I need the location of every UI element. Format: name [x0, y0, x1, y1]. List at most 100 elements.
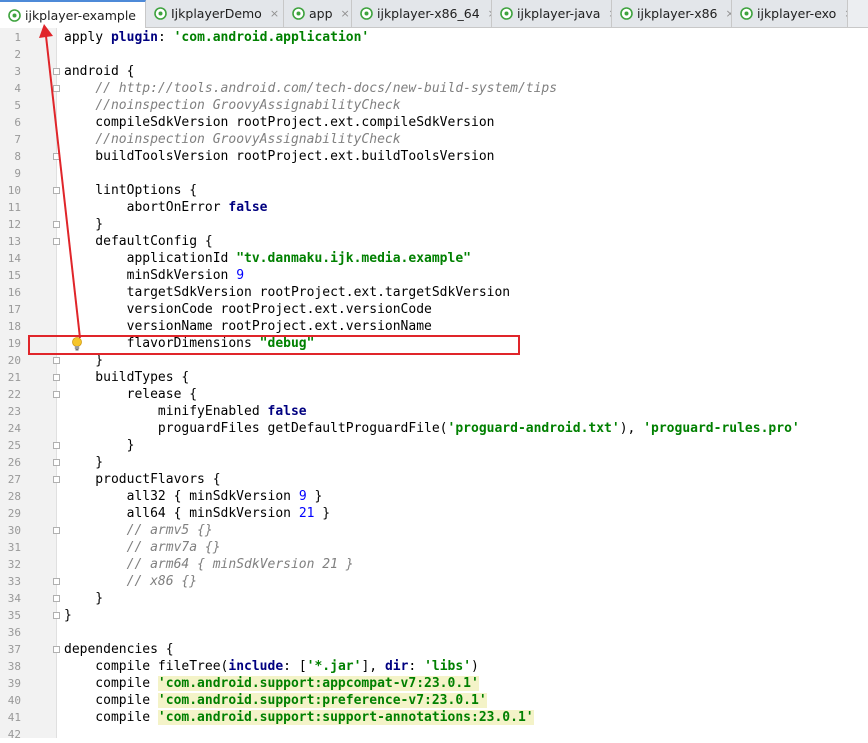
fold-marker-icon[interactable] — [53, 476, 60, 483]
code-line[interactable]: 3 android { — [0, 63, 868, 80]
code-token: 'com.android.support:appcompat-v7:23.0.1… — [157, 676, 479, 691]
code-line[interactable]: 11 abortOnError false — [0, 199, 868, 216]
fold-marker-icon[interactable] — [53, 459, 60, 466]
code-token: false — [267, 404, 307, 419]
code-line[interactable]: 22 release { — [0, 386, 868, 403]
code-text: // x86 {} — [64, 573, 197, 590]
code-line[interactable]: 42 — [0, 726, 868, 743]
code-line[interactable]: 9 — [0, 165, 868, 182]
code-line[interactable]: 32 // arm64 { minSdkVersion 21 } — [0, 556, 868, 573]
fold-marker-icon[interactable] — [53, 187, 60, 194]
code-line[interactable]: 31 // armv7a {} — [0, 539, 868, 556]
code-line[interactable]: 36 — [0, 624, 868, 641]
fold-marker-icon[interactable] — [53, 374, 60, 381]
code-text: // http://tools.android.com/tech-docs/ne… — [64, 80, 557, 97]
code-editor[interactable]: 1 apply plugin: 'com.android.application'… — [0, 28, 868, 741]
code-token: ) — [471, 659, 479, 674]
fold-marker-icon[interactable] — [53, 238, 60, 245]
code-line[interactable]: 34 } — [0, 590, 868, 607]
close-icon[interactable]: × — [341, 7, 350, 20]
tab-label: IjkplayerDemo — [171, 6, 262, 21]
tab-ijkplayer-x86-64[interactable]: ijkplayer-x86_64× — [352, 0, 492, 27]
code-line[interactable]: 1 apply plugin: 'com.android.application' — [0, 29, 868, 46]
code-token: include — [228, 659, 284, 674]
code-line[interactable]: 18 versionName rootProject.ext.versionNa… — [0, 318, 868, 335]
line-number: 17 — [7, 303, 21, 316]
code-line[interactable]: 10 lintOptions { — [0, 182, 868, 199]
code-line[interactable]: 2 — [0, 46, 868, 63]
code-text: } — [64, 352, 103, 369]
line-number: 34 — [7, 592, 21, 605]
code-line[interactable]: 37 dependencies { — [0, 641, 868, 658]
fold-marker-icon[interactable] — [53, 612, 60, 619]
code-line[interactable]: 24 proguardFiles getDefaultProguardFile(… — [0, 420, 868, 437]
close-icon[interactable]: × — [270, 7, 279, 20]
code-line[interactable]: 15 minSdkVersion 9 — [0, 267, 868, 284]
code-text: targetSdkVersion rootProject.ext.targetS… — [64, 284, 511, 301]
code-line[interactable]: 17 versionCode rootProject.ext.versionCo… — [0, 301, 868, 318]
code-line[interactable]: 23 minifyEnabled false — [0, 403, 868, 420]
tab-ijkplayer-exo[interactable]: ijkplayer-exo × — [732, 0, 848, 27]
code-line[interactable]: 30 // armv5 {} — [0, 522, 868, 539]
code-text: minSdkVersion 9 — [64, 267, 244, 284]
fold-marker-icon[interactable] — [53, 357, 60, 364]
tab-app[interactable]: app × — [284, 0, 352, 27]
code-line[interactable]: 19 flavorDimensions "debug" — [0, 335, 868, 352]
code-line[interactable]: 35} — [0, 607, 868, 624]
line-number: 7 — [14, 133, 21, 146]
code-token: minifyEnabled — [64, 404, 268, 419]
gradle-module-icon — [740, 7, 753, 20]
code-line[interactable]: 5 //noinspection GroovyAssignabilityChec… — [0, 97, 868, 114]
fold-marker-icon[interactable] — [53, 578, 60, 585]
code-line[interactable]: 20 } — [0, 352, 868, 369]
code-token: } — [64, 217, 104, 232]
code-text: defaultConfig { — [64, 233, 212, 250]
code-line[interactable]: 6 compileSdkVersion rootProject.ext.comp… — [0, 114, 868, 131]
tab-ijkplayerdemo[interactable]: IjkplayerDemo × — [146, 0, 284, 27]
code-token: android { — [64, 64, 135, 79]
fold-marker-icon[interactable] — [53, 153, 60, 160]
tab-ijkplayer-java[interactable]: ijkplayer-java× — [492, 0, 612, 27]
code-line[interactable]: 26 } — [0, 454, 868, 471]
code-line[interactable]: 33 // x86 {} — [0, 573, 868, 590]
fold-marker-icon[interactable] — [53, 221, 60, 228]
fold-marker-icon[interactable] — [53, 442, 60, 449]
code-text: compile fileTree(include: ['*.jar'], dir… — [64, 658, 479, 675]
line-number: 26 — [7, 456, 21, 469]
code-line[interactable]: 13 defaultConfig { — [0, 233, 868, 250]
code-line[interactable]: 4 // http://tools.android.com/tech-docs/… — [0, 80, 868, 97]
code-line[interactable]: 14 applicationId "tv.danmaku.ijk.media.e… — [0, 250, 868, 267]
code-line[interactable]: 39 compile 'com.android.support:appcompa… — [0, 675, 868, 692]
code-token: // armv5 {} — [126, 523, 213, 538]
code-line[interactable]: 12 } — [0, 216, 868, 233]
code-line[interactable]: 40 compile 'com.android.support:preferen… — [0, 692, 868, 709]
code-line[interactable]: 7 //noinspection GroovyAssignabilityChec… — [0, 131, 868, 148]
code-line[interactable]: 8 buildToolsVersion rootProject.ext.buil… — [0, 148, 868, 165]
tab-ijkplayer-example[interactable]: ijkplayer-example× — [0, 0, 146, 28]
fold-marker-icon[interactable] — [53, 391, 60, 398]
code-line[interactable]: 25 } — [0, 437, 868, 454]
line-number: 16 — [7, 286, 21, 299]
fold-marker-icon[interactable] — [53, 68, 60, 75]
tab-label: ijkplayer-x86_64 — [377, 6, 480, 21]
code-line[interactable]: 29 all64 { minSdkVersion 21 } — [0, 505, 868, 522]
code-token: compile — [64, 676, 158, 691]
code-text: } — [64, 607, 72, 624]
fold-marker-icon[interactable] — [53, 595, 60, 602]
code-line[interactable]: 38 compile fileTree(include: ['*.jar'], … — [0, 658, 868, 675]
code-token: // armv7a {} — [126, 540, 221, 555]
fold-marker-icon[interactable] — [53, 646, 60, 653]
fold-marker-icon[interactable] — [53, 85, 60, 92]
code-text: all32 { minSdkVersion 9 } — [64, 488, 323, 505]
code-line[interactable]: 16 targetSdkVersion rootProject.ext.targ… — [0, 284, 868, 301]
code-line[interactable]: 28 all32 { minSdkVersion 9 } — [0, 488, 868, 505]
code-line[interactable]: 21 buildTypes { — [0, 369, 868, 386]
gradle-module-icon — [500, 7, 513, 20]
close-icon[interactable]: × — [844, 7, 847, 20]
tab-ijkplayer-x86[interactable]: ijkplayer-x86× — [612, 0, 732, 27]
code-line[interactable]: 27 productFlavors { — [0, 471, 868, 488]
code-line[interactable]: 41 compile 'com.android.support:support-… — [0, 709, 868, 726]
fold-marker-icon[interactable] — [53, 527, 60, 534]
code-token: //noinspection GroovyAssignabilityCheck — [95, 98, 401, 113]
